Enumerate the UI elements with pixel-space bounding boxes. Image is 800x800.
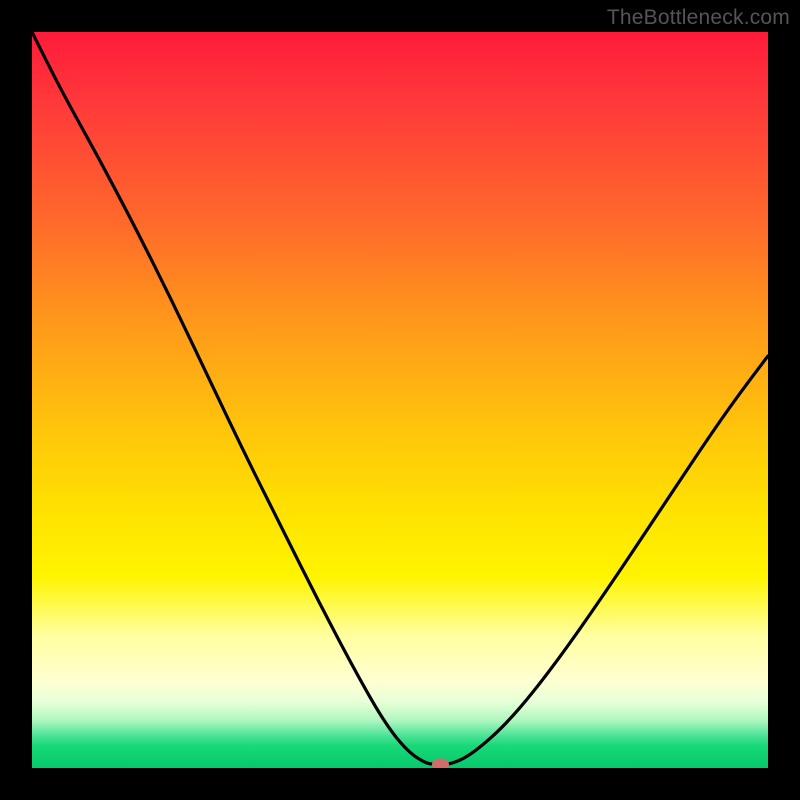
attribution-label: TheBottleneck.com [607,6,790,30]
optimal-point-marker [432,758,449,768]
chart-stage: TheBottleneck.com [0,0,800,800]
bottleneck-curve [32,32,768,764]
plot-area [32,32,768,768]
curve-layer [32,32,768,768]
